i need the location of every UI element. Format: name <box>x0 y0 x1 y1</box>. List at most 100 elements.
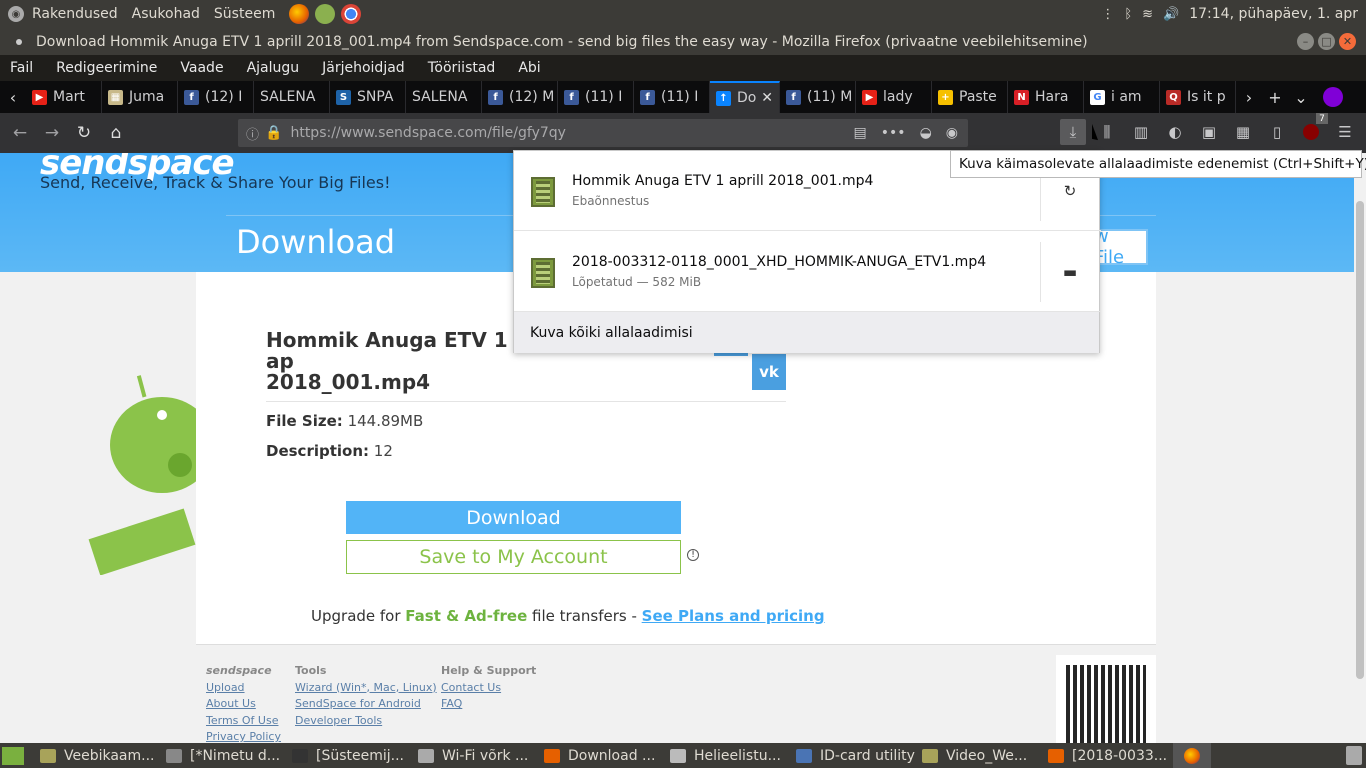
footer-link-terms[interactable]: Terms Of Use <box>206 713 281 730</box>
trash-icon[interactable]: ▯ <box>1264 119 1290 145</box>
menu-edit[interactable]: Redigeerimine <box>56 60 157 76</box>
browser-tab[interactable]: f (11) I <box>634 81 710 113</box>
footer-link-about[interactable]: About Us <box>206 696 281 713</box>
close-window-button[interactable]: ✕ <box>1339 33 1356 50</box>
browser-tab[interactable]: SALENA <box>406 81 482 113</box>
tabs-scroll-right-button[interactable]: › <box>1236 88 1262 107</box>
settings-launcher-icon[interactable] <box>315 4 336 24</box>
minimize-button[interactable]: – <box>1297 33 1314 50</box>
hamburger-menu-icon[interactable]: ☰ <box>1332 119 1358 145</box>
tabs-scroll-left-button[interactable]: ‹ <box>0 88 26 107</box>
menu-bookmarks[interactable]: Järjehoidjad <box>322 60 405 76</box>
retry-download-icon[interactable]: ↻ <box>1060 181 1080 201</box>
android-app-promo-icon[interactable] <box>84 375 196 575</box>
footer-link-contact[interactable]: Contact Us <box>441 680 536 697</box>
menu-tools[interactable]: Tööriistad <box>428 60 496 76</box>
home-button[interactable]: ⌂ <box>100 117 132 149</box>
browser-tab[interactable]: f (11) I <box>558 81 634 113</box>
sidebar-icon[interactable]: ▥ <box>1128 119 1154 145</box>
downloads-button[interactable]: ⤓ <box>1060 119 1086 145</box>
all-tabs-button[interactable]: ⌄ <box>1288 88 1314 107</box>
private-browsing-icon[interactable]: ◉ <box>946 125 958 141</box>
download-item-completed[interactable]: 2018-003312-0118_0001_XHD_HOMMIK-ANUGA_E… <box>514 232 1101 312</box>
volume-icon[interactable]: 🔊 <box>1163 7 1179 22</box>
plans-pricing-link[interactable]: See Plans and pricing <box>642 607 825 625</box>
forward-button[interactable]: → <box>36 117 68 149</box>
trash-bin-icon[interactable] <box>1346 746 1362 765</box>
browser-tab[interactable]: + Paste <box>932 81 1008 113</box>
footer-link-faq[interactable]: FAQ <box>441 696 536 713</box>
footer-link-privacy[interactable]: Privacy Policy <box>206 729 281 743</box>
taskbar-window[interactable]: Download ... <box>538 743 664 768</box>
menu-view[interactable]: Vaade <box>180 60 223 76</box>
page-actions-icon[interactable]: ••• <box>881 125 906 141</box>
show-desktop-button[interactable] <box>2 746 24 765</box>
menu-file[interactable]: Fail <box>10 60 33 76</box>
ublock-icon[interactable]: 7 <box>1298 113 1328 145</box>
browser-tab[interactable]: Q Is it p <box>1160 81 1236 113</box>
screenshot-icon[interactable]: ▣ <box>1196 119 1222 145</box>
pocket-icon[interactable]: ◒ <box>920 125 932 141</box>
bluetooth-icon[interactable]: ᛒ <box>1124 7 1132 22</box>
taskbar-window[interactable]: [Süsteemij... <box>286 743 412 768</box>
scrollbar-thumb[interactable] <box>1356 201 1364 679</box>
menu-help[interactable]: Abi <box>518 60 540 76</box>
page-scrollbar[interactable] <box>1354 153 1366 743</box>
footer-col-tools: Tools Wizard (Win*, Mac, Linux) SendSpac… <box>295 663 437 729</box>
url-bar[interactable]: ⓘ 🔒 https://www.sendspace.com/file/gfy7q… <box>238 119 968 147</box>
footer-link-upload[interactable]: Upload <box>206 680 281 697</box>
url-text[interactable]: https://www.sendspace.com/file/gfy7qy <box>290 125 565 141</box>
taskbar-window[interactable]: [*Nimetu d... <box>160 743 286 768</box>
footer-link-android[interactable]: SendSpace for Android <box>295 696 437 713</box>
menu-applications[interactable]: Rakendused <box>32 6 118 22</box>
firefox-launcher-icon[interactable] <box>289 4 310 24</box>
footer-link-wizard[interactable]: Wizard (Win*, Mac, Linux) <box>295 680 437 697</box>
menu-history[interactable]: Ajalugu <box>247 60 300 76</box>
browser-tab[interactable]: ↑ Do ✕ <box>710 81 780 113</box>
window-menu-dot-icon[interactable] <box>16 38 22 45</box>
taskbar-window[interactable]: [2018-0033... <box>1042 743 1168 768</box>
info-exclamation-icon[interactable]: ! <box>687 549 699 561</box>
chromium-launcher-icon[interactable] <box>341 4 362 24</box>
reload-button[interactable]: ↻ <box>68 117 100 149</box>
vk-share-icon[interactable]: vk <box>752 354 786 390</box>
taskbar-window[interactable]: Wi-Fi võrk ... <box>412 743 538 768</box>
taskbar-window[interactable]: Video_We... <box>916 743 1042 768</box>
browser-tab[interactable]: f (12) M <box>482 81 558 113</box>
browser-tab[interactable]: N Hara <box>1008 81 1084 113</box>
browser-tab[interactable]: ▶ lady <box>856 81 932 113</box>
browser-tab[interactable]: Gi am <box>1084 81 1160 113</box>
reader-view-icon[interactable]: ▤ <box>854 125 867 141</box>
taskbar-window[interactable]: Veebikaam... <box>34 743 160 768</box>
clock[interactable]: 17:14, pühapäev, 1. apr <box>1189 6 1358 22</box>
browser-tab[interactable]: ▦ Juma <box>102 81 178 113</box>
browser-tab[interactable]: f (11) M <box>780 81 856 113</box>
menu-system[interactable]: Süsteem <box>214 6 275 22</box>
wifi-icon[interactable]: ≋ <box>1142 7 1153 22</box>
menu-places[interactable]: Asukohad <box>132 6 200 22</box>
window-titlebar[interactable]: Download Hommik Anuga ETV 1 aprill 2018_… <box>0 28 1366 55</box>
open-folder-icon[interactable]: ▬ <box>1060 262 1080 282</box>
close-tab-icon[interactable]: ✕ <box>761 90 773 106</box>
browser-tab[interactable]: S SNPA <box>330 81 406 113</box>
download-button[interactable]: Download <box>346 501 681 534</box>
maximize-button[interactable]: □ <box>1318 33 1335 50</box>
browser-tab[interactable]: SALENA <box>254 81 330 113</box>
browser-tab[interactable]: ▶ Mart <box>26 81 102 113</box>
ublock-badge: 7 <box>1316 113 1328 124</box>
ubuntu-logo-icon[interactable]: ◉ <box>8 6 24 22</box>
download-status: Ebaõnnestus <box>572 194 650 208</box>
extension-icon[interactable]: ◐ <box>1162 119 1188 145</box>
show-all-downloads-button[interactable]: Kuva kõiki allalaadimisi <box>514 312 1099 353</box>
footer-link-developer[interactable]: Developer Tools <box>295 713 437 730</box>
browser-tab[interactable]: f (12) I <box>178 81 254 113</box>
container-icon[interactable]: ▦ <box>1230 119 1256 145</box>
taskbar-window[interactable]: Helieelistu... <box>664 743 790 768</box>
new-tab-button[interactable]: + <box>1262 88 1288 107</box>
site-info-icon[interactable]: ⓘ <box>246 124 259 143</box>
taskbar-window[interactable]: ID-card utility <box>790 743 916 768</box>
save-to-account-button[interactable]: Save to My Account <box>346 540 681 574</box>
back-button[interactable]: ← <box>4 117 36 149</box>
firefox-taskbar-icon[interactable] <box>1173 743 1211 768</box>
lock-icon[interactable]: 🔒 <box>265 125 282 141</box>
